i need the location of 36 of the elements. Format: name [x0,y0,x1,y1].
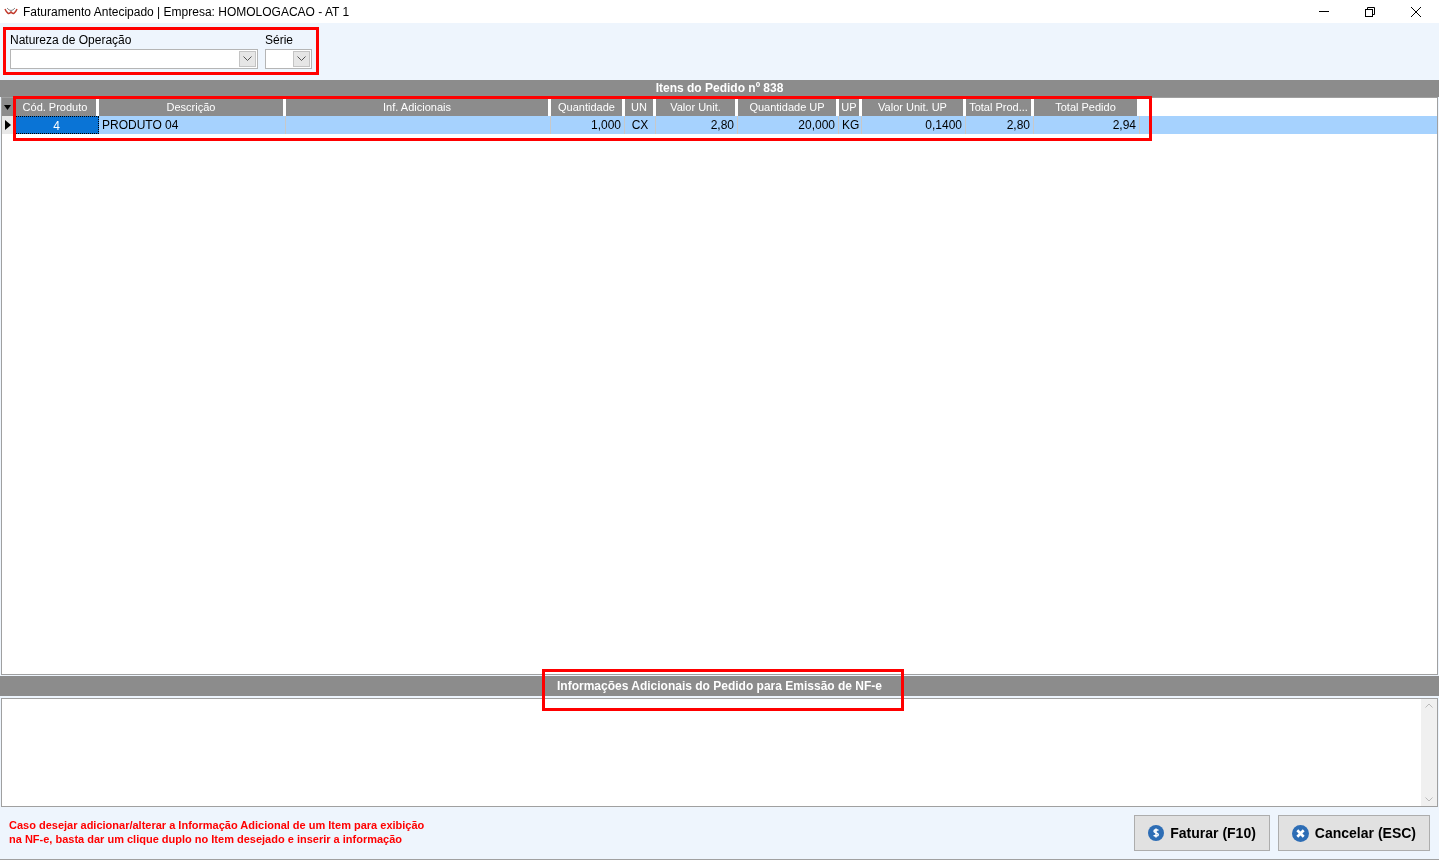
scroll-up-icon [1425,703,1433,708]
close-circle-icon [1291,824,1309,842]
grid-row[interactable]: 4 PRODUTO 04 1,000 CX 2,80 20,000 KG 0,1400 2,80 2,94 [2,116,1437,134]
dropdown-field[interactable] [10,49,258,69]
window-title: Faturamento Antecipado | Empresa: HOMOLOGACAO - AT 1 [23,3,350,21]
hint-text: Caso desejar adicionar/alterar a Informação Adicional de um Item para exibição na NF-e, basta dar um clique duplo no Item desejado e inserir a informação [9,818,426,846]
table-cell: 2,80 [656,116,738,134]
dollar-icon [1148,825,1165,841]
table-cell: 2,80 [966,116,1034,134]
section-title: Informações Adicionais do Pedido para Emissão de NF-e [557,678,882,695]
table-cell: KG [839,116,862,134]
table-cell: PRODUTO 04 [99,116,286,134]
field-label: Série [265,33,294,47]
row-pointer-icon [4,120,11,130]
app-logo-icon [4,6,18,17]
triangle-down-icon [4,104,11,110]
table-cell: 1,000 [551,116,625,134]
invoice-button[interactable]: Faturar (F10) [1134,815,1270,851]
minimize-icon [1319,11,1329,12]
field-label: Natureza de Operação [10,33,133,47]
restore-icon [1365,6,1375,17]
table-cell: CX [625,116,656,134]
table-cell: 20,000 [738,116,839,134]
table-cell: 0,1400 [862,116,966,134]
table-cell: 2,94 [1034,116,1140,134]
close-icon [1411,6,1421,17]
dropdown-field[interactable] [265,49,312,69]
grid-title-bar: Itens do Pedido nº 838 [0,80,1439,97]
table-cell: 4 [14,116,99,134]
cancel-button[interactable]: Cancelar (ESC) [1277,815,1430,851]
scroll-down-icon [1425,797,1433,802]
chevron-down-icon [297,56,306,62]
chevron-down-icon [243,56,252,62]
scrollbar[interactable] [1421,699,1437,806]
grid-corner-cell[interactable] [2,98,14,116]
notes-textarea[interactable] [1,698,1438,807]
